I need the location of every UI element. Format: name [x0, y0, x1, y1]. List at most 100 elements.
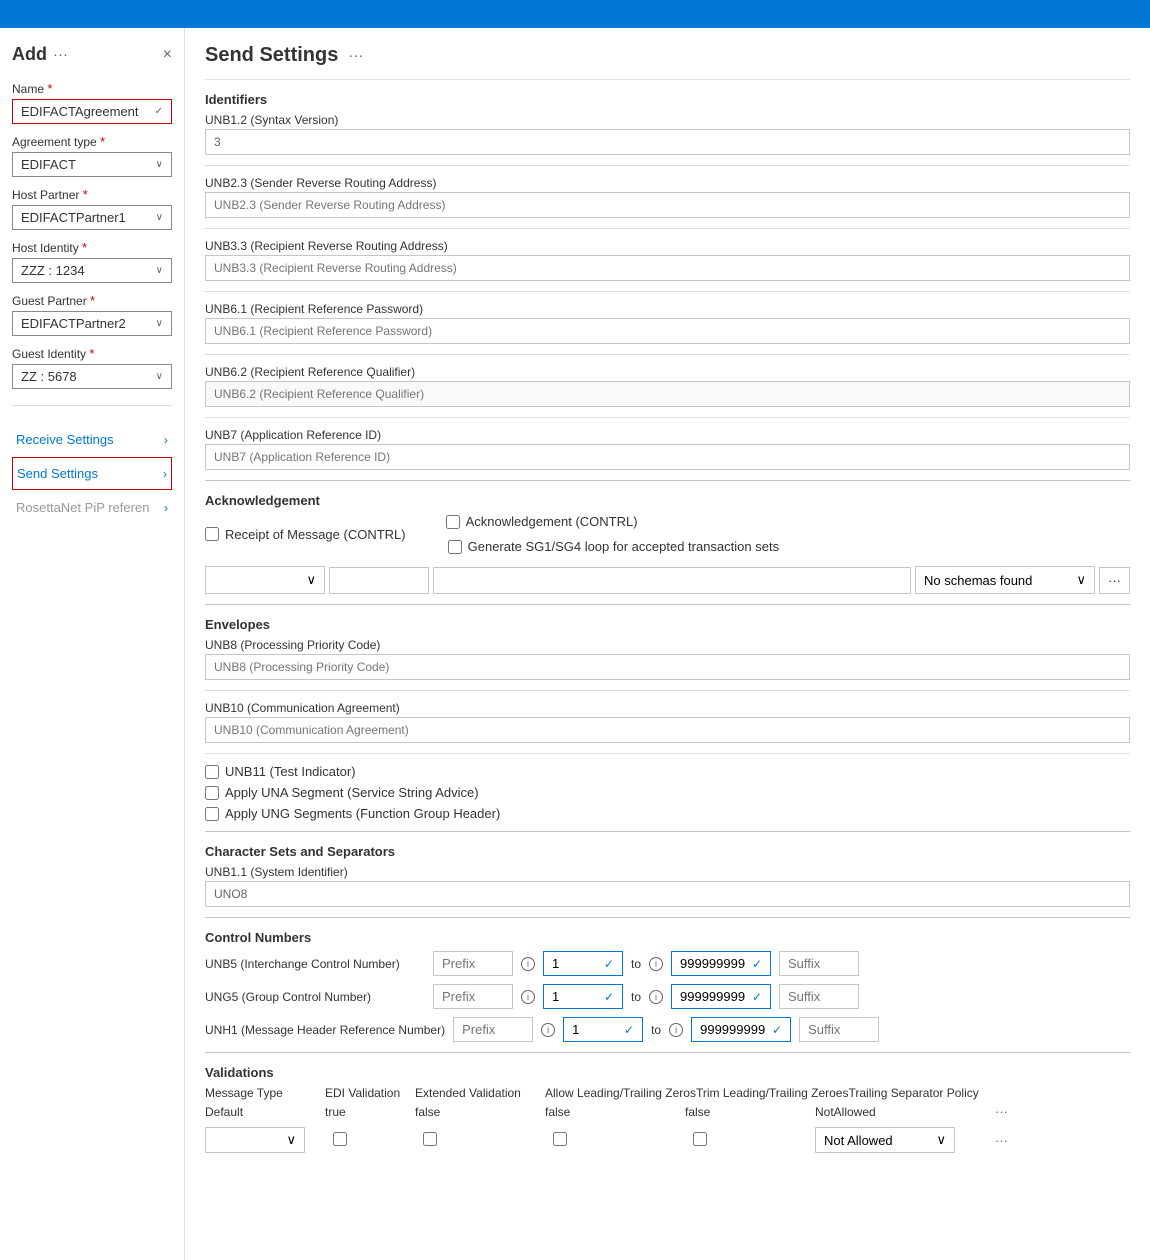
val-edi-checkbox[interactable] [333, 1132, 347, 1146]
ung5-info-icon[interactable]: i [521, 990, 535, 1004]
unb11-checkbox[interactable] [205, 765, 219, 779]
unb33-field: UNB3.3 (Recipient Reverse Routing Addres… [205, 239, 1130, 281]
acknowledgement-title: Acknowledgement [205, 493, 1130, 508]
main-dots-btn[interactable]: ··· [348, 47, 363, 64]
val-allow-checkbox[interactable] [553, 1132, 567, 1146]
val-default-allow: false [545, 1105, 685, 1119]
ung5-from-dropdown[interactable]: 1 ✓ [543, 984, 623, 1009]
unb5-to-label: to [631, 957, 641, 971]
ung5-to-label: to [631, 990, 641, 1004]
ung-checkbox[interactable] [205, 807, 219, 821]
ack-contrl-checkbox[interactable] [446, 515, 460, 529]
sidebar-item-receive-settings-label: Receive Settings [16, 432, 114, 447]
div2 [205, 228, 1130, 229]
unb5-info-icon[interactable]: i [521, 957, 535, 971]
char-sets-title: Character Sets and Separators [205, 844, 1130, 859]
unb33-label: UNB3.3 (Recipient Reverse Routing Addres… [205, 239, 1130, 253]
sidebar-header: Add ··· × [12, 44, 172, 65]
val-default-dots-btn[interactable]: ··· [995, 1104, 1008, 1119]
host-identity-required: * [82, 240, 87, 255]
unh1-info-icon[interactable]: i [541, 1023, 555, 1037]
identifiers-title: Identifiers [205, 92, 1130, 107]
unb5-to-info-icon[interactable]: i [649, 957, 663, 971]
unb10-input[interactable] [205, 717, 1130, 743]
generate-sg1-row: Generate SG1/SG4 loop for accepted trans… [448, 539, 779, 554]
unh1-to-dropdown[interactable]: 999999999 ✓ [691, 1017, 791, 1042]
sidebar-item-send-settings[interactable]: Send Settings › [12, 457, 172, 490]
unb62-input[interactable] [205, 381, 1130, 407]
unh1-from-dropdown[interactable]: 1 ✓ [563, 1017, 643, 1042]
val-type-dropdown[interactable]: ∨ [205, 1127, 305, 1153]
unb5-prefix-input[interactable] [433, 951, 513, 976]
unb23-input[interactable] [205, 192, 1130, 218]
guest-identity-select[interactable]: ZZ : 5678 ∨ [12, 364, 172, 389]
sidebar-close-btn[interactable]: × [163, 46, 172, 64]
host-identity-label: Host Identity * [12, 240, 172, 255]
ung5-to-info-icon[interactable]: i [649, 990, 663, 1004]
unb8-input[interactable] [205, 654, 1130, 680]
generate-sg1-checkbox[interactable] [448, 540, 462, 554]
schema-dropdown-chevron-icon: ∨ [1076, 572, 1086, 588]
val-ext-checkbox[interactable] [423, 1132, 437, 1146]
val-default-edi: true [325, 1105, 415, 1119]
una-checkbox[interactable] [205, 786, 219, 800]
unb11-sys-input[interactable] [205, 881, 1130, 907]
val-policy-dropdown[interactable]: Not Allowed ∨ [815, 1127, 955, 1153]
schema-dropdown-value: No schemas found [924, 573, 1032, 588]
receive-settings-arrow-icon: › [164, 433, 168, 447]
ung5-to-check-icon: ✓ [752, 990, 762, 1004]
unh1-prefix-input[interactable] [453, 1017, 533, 1042]
val-default-policy: NotAllowed [815, 1105, 995, 1119]
ung5-suffix-input[interactable] [779, 984, 859, 1009]
unh1-from-check-icon: ✓ [624, 1023, 634, 1037]
ack-text-input1[interactable] [329, 567, 429, 594]
sidebar-item-rosettanet-label: RosettaNet PiP referen [16, 500, 149, 515]
schema-dropdown[interactable]: No schemas found ∨ [915, 566, 1095, 594]
val-col-type: Message Type [205, 1086, 325, 1100]
agreement-type-required: * [100, 134, 105, 149]
val-col-edi: EDI Validation [325, 1086, 415, 1100]
sidebar-item-receive-settings[interactable]: Receive Settings › [12, 422, 172, 457]
ack-text-input2[interactable] [433, 567, 911, 594]
name-select[interactable]: EDIFACTAgreement ✓ [12, 99, 172, 124]
section-div4 [205, 917, 1130, 918]
ung5-prefix-input[interactable] [433, 984, 513, 1009]
guest-identity-required: * [89, 346, 94, 361]
val-default-ext: false [415, 1105, 545, 1119]
guest-partner-select[interactable]: EDIFACTPartner2 ∨ [12, 311, 172, 336]
div1 [205, 165, 1130, 166]
unb61-input[interactable] [205, 318, 1130, 344]
unh1-suffix-input[interactable] [799, 1017, 879, 1042]
sidebar-item-rosettanet[interactable]: RosettaNet PiP referen › [12, 490, 172, 525]
ung5-to-dropdown[interactable]: 999999999 ✓ [671, 984, 771, 1009]
unb10-label: UNB10 (Communication Agreement) [205, 701, 1130, 715]
identifiers-section: Identifiers UNB1.2 (Syntax Version) UNB2… [205, 92, 1130, 470]
unb23-label: UNB2.3 (Sender Reverse Routing Address) [205, 176, 1130, 190]
unb5-to-dropdown[interactable]: 999999999 ✓ [671, 951, 771, 976]
sidebar-dots-btn[interactable]: ··· [53, 46, 68, 63]
ack-dropdown[interactable]: ∨ [205, 566, 325, 594]
val-trim-checkbox[interactable] [693, 1132, 707, 1146]
agreement-type-chevron-icon: ∨ [156, 159, 163, 170]
validations-edit-row: ∨ Not Allowed ∨ [205, 1123, 1130, 1157]
unb33-input[interactable] [205, 255, 1130, 281]
guest-partner-chevron-icon: ∨ [156, 318, 163, 329]
unh1-to-info-icon[interactable]: i [669, 1023, 683, 1037]
validations-section: Validations Message Type EDI Validation … [205, 1065, 1130, 1157]
receipt-checkbox[interactable] [205, 527, 219, 541]
val-edi-check-wrap [325, 1132, 415, 1149]
unb5-suffix-input[interactable] [779, 951, 859, 976]
host-identity-select[interactable]: ZZZ : 1234 ∨ [12, 258, 172, 283]
envelopes-section: Envelopes UNB8 (Processing Priority Code… [205, 617, 1130, 821]
unb12-input[interactable] [205, 129, 1130, 155]
ack-right-checkboxes: Acknowledgement (CONTRL) Generate SG1/SG… [446, 514, 779, 560]
unb7-input[interactable] [205, 444, 1130, 470]
section-div2 [205, 604, 1130, 605]
val-col-trim: Trim Leading/Trailing Zeroes [696, 1086, 849, 1100]
agreement-type-select[interactable]: EDIFACT ∨ [12, 152, 172, 177]
ack-dots-btn[interactable]: ··· [1099, 567, 1130, 594]
unb5-from-dropdown[interactable]: 1 ✓ [543, 951, 623, 976]
host-partner-select[interactable]: EDIFACTPartner1 ∨ [12, 205, 172, 230]
unh1-to-value: 999999999 [700, 1022, 765, 1037]
val-row-dots-btn[interactable]: ··· [995, 1133, 1008, 1148]
